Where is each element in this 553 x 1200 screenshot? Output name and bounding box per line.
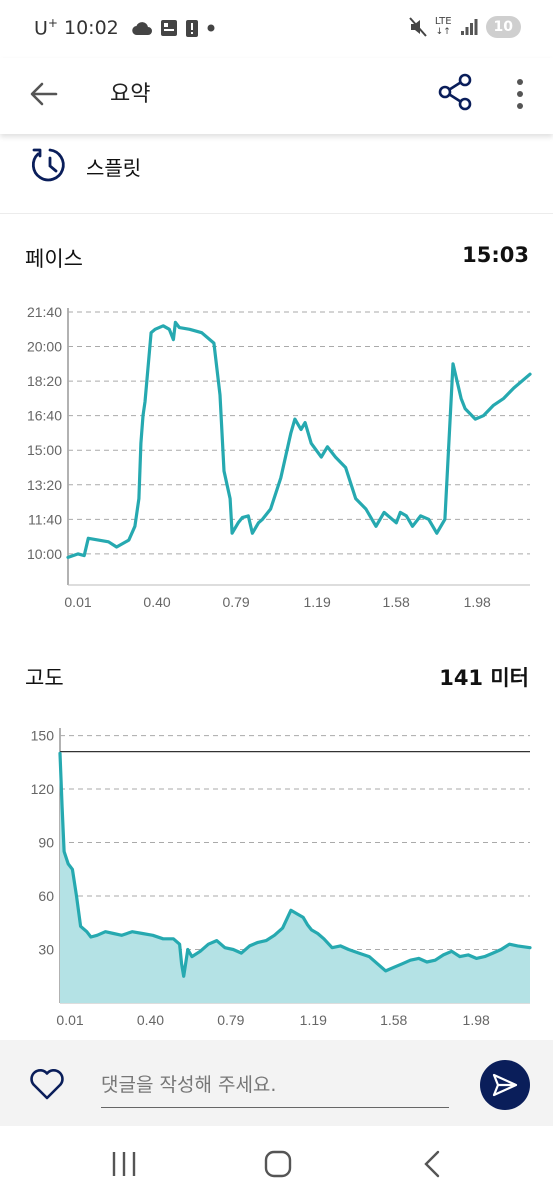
y-tick-label: 120 (31, 781, 55, 797)
series-area (60, 753, 530, 1003)
status-right: LTE ↓↑ 10 (409, 16, 521, 38)
x-tick-label: 0.79 (217, 1012, 244, 1028)
back-arrow-icon[interactable] (26, 76, 62, 112)
x-tick-label: 0.79 (222, 594, 249, 610)
series-line (66, 320, 532, 559)
send-icon (492, 1073, 518, 1097)
battery-level: 10 (493, 19, 513, 35)
signal-icon (460, 19, 478, 35)
pace-chart: 21:40 20:00 18:20 16:40 15:00 13:20 11:40 10:00… (27, 304, 532, 610)
x-tick-label: 0.40 (143, 594, 170, 610)
splits-label: 스플릿 (86, 156, 142, 180)
y-tick-label: 21:40 (27, 304, 62, 320)
status-left: U+ 10:02 (34, 16, 216, 39)
send-button[interactable] (480, 1060, 530, 1110)
y-tick-label: 13:20 (27, 477, 62, 493)
y-tick-label: 15:00 (27, 442, 62, 458)
splits-row[interactable]: 스플릿 (0, 134, 553, 214)
carrier-sup: + (47, 16, 58, 30)
y-tick-label: 60 (38, 888, 54, 904)
lte-icon: LTE ↓↑ (434, 16, 452, 38)
cloud-icon (131, 21, 152, 35)
x-tick-label: 1.19 (300, 1012, 327, 1028)
status-bar: U+ 10:02 LTE ↓↑ 10 (0, 0, 553, 58)
y-tick-label: 150 (31, 728, 55, 744)
dot-icon (207, 24, 215, 32)
comment-input[interactable] (101, 1062, 449, 1108)
y-tick-label: 11:40 (28, 511, 62, 527)
mute-icon (409, 17, 427, 37)
x-tick-label: 1.58 (383, 594, 410, 610)
x-tick-label: 0.01 (64, 594, 91, 610)
y-tick-label: 30 (38, 942, 54, 958)
back-icon[interactable] (413, 1146, 453, 1182)
y-tick-label: 16:40 (27, 408, 62, 424)
comment-bar (0, 1040, 553, 1126)
carrier-label: U+ (34, 16, 58, 39)
x-tick-label: 0.01 (56, 1012, 83, 1028)
heart-icon[interactable] (27, 1064, 67, 1104)
alert-icon (185, 19, 198, 37)
x-tick-label: 0.40 (137, 1012, 164, 1028)
recent-apps-icon[interactable] (104, 1146, 144, 1182)
pace-value: 15:03 (462, 243, 529, 267)
y-tick-label: 10:00 (27, 546, 62, 562)
y-tick-label: 90 (38, 835, 54, 851)
app-icon (160, 19, 177, 36)
x-tick-label: 1.58 (380, 1012, 407, 1028)
y-tick-label: 18:20 (27, 373, 62, 389)
x-tick-label: 1.19 (304, 594, 331, 610)
home-icon[interactable] (258, 1146, 298, 1182)
network-label: LTE (434, 16, 452, 27)
elevation-title: 고도 (25, 666, 64, 690)
elevation-value: 141 미터 (439, 666, 529, 690)
battery-icon: 10 (485, 16, 521, 38)
elevation-chart: 150 120 90 60 30 0.01 0.40 0.79 1.19 1.58 1.98 (31, 728, 532, 1028)
x-tick-label: 1.98 (463, 1012, 490, 1028)
split-timer-icon (31, 148, 65, 182)
pace-title: 페이스 (25, 247, 83, 271)
app-bar: 요약 (0, 58, 553, 134)
x-tick-label: 1.98 (464, 594, 491, 610)
clock: 10:02 (63, 16, 119, 39)
share-icon[interactable] (436, 72, 476, 112)
y-tick-label: 20:00 (27, 339, 62, 355)
more-vert-icon[interactable] (506, 74, 534, 114)
page-title: 요약 (110, 82, 151, 107)
carrier-text: U (34, 17, 48, 40)
nav-bar (0, 1126, 553, 1200)
